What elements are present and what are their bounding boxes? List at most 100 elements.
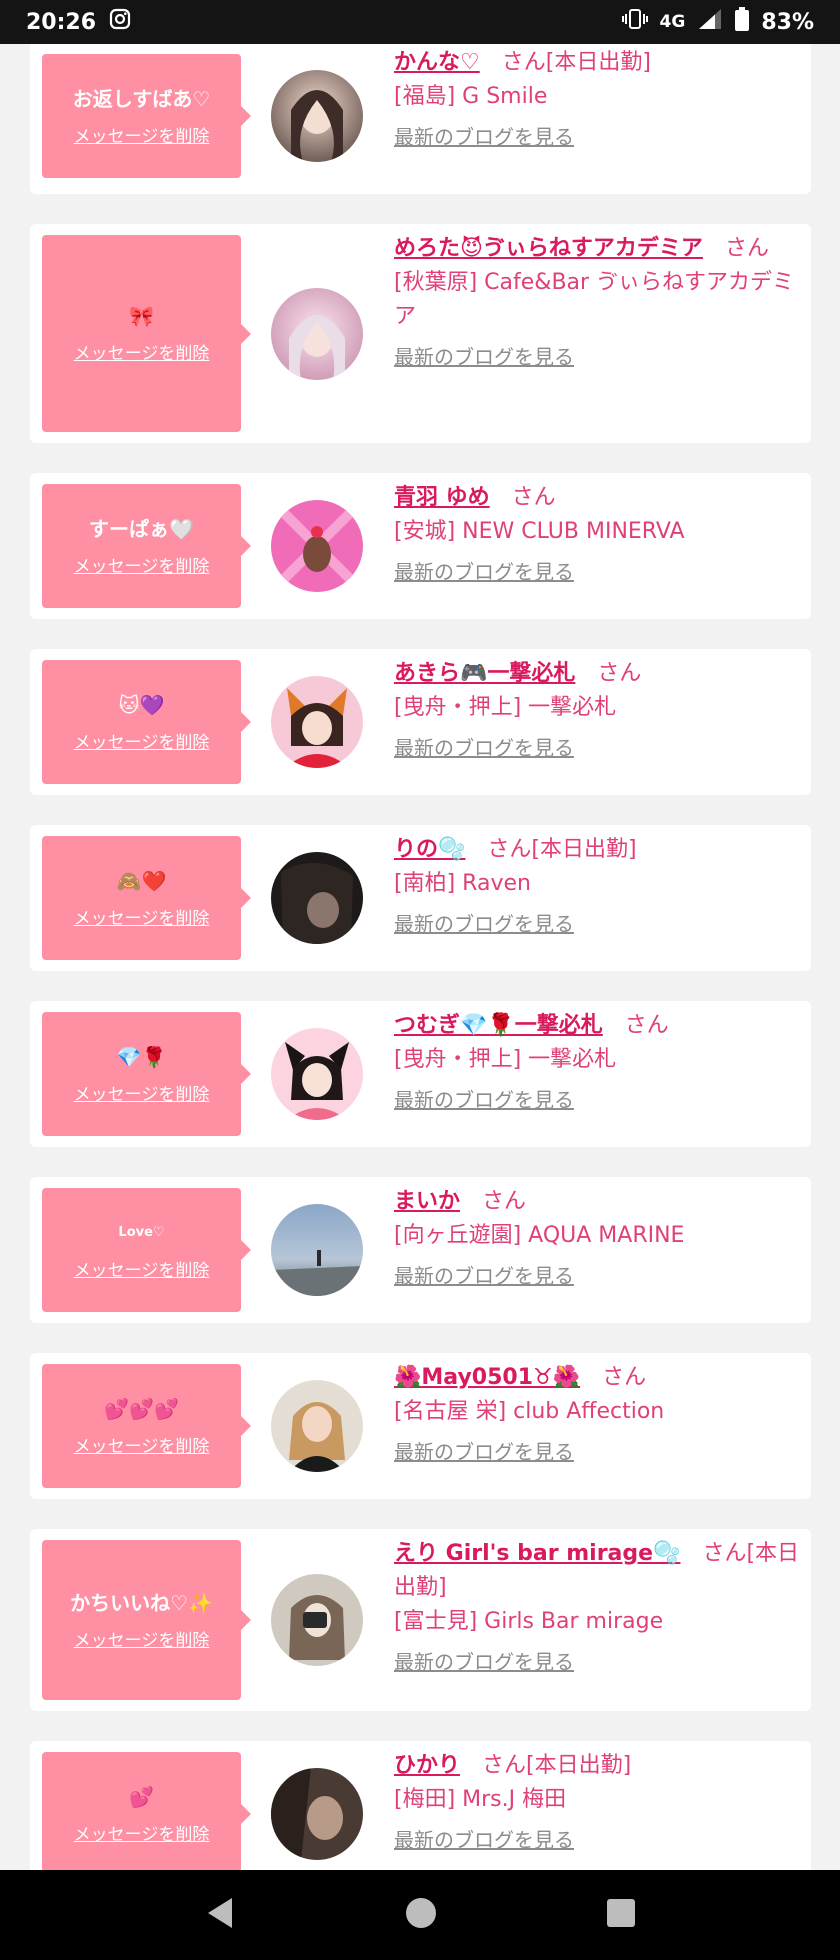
message-text: Love♡ [118,1224,165,1240]
avatar[interactable] [271,1028,363,1120]
avatar[interactable] [271,852,363,944]
cast-info: 🌺May0501♉🌺 さん [名古屋 栄] club Affection 最新のブ… [394,1361,801,1469]
battery-level: 83% [761,9,814,35]
recent-apps-icon[interactable] [606,1898,636,1932]
avatar[interactable] [271,1380,363,1472]
list-item: 🐱💜 メッセージを削除 あきら🎮一撃必札 さん [曳舟・押上] 一撃必札 最新のブ… [30,649,811,795]
shop-info: [安城] NEW CLUB MINERVA [394,519,685,544]
list-item: 💕💕💕 メッセージを削除 🌺May0501♉🌺 さん [名古屋 栄] club A… [30,1353,811,1499]
delete-message-link[interactable]: メッセージを削除 [74,1820,210,1845]
cast-info: ひかり さん[本日出勤] [梅田] Mrs.J 梅田 最新のブログを見る [394,1749,801,1857]
cast-info: つむぎ💎🌹一撃必札 さん [曳舟・押上] 一撃必札 最新のブログを見る [394,1009,801,1117]
avatar[interactable] [271,1768,363,1860]
cast-info: まいか さん [向ヶ丘遊園] AQUA MARINE 最新のブログを見る [394,1185,801,1293]
shop-info: [南柏] Raven [394,871,531,896]
latest-blog-link[interactable]: 最新のブログを見る [394,907,801,941]
avatar[interactable] [271,1574,363,1666]
cast-name-link[interactable]: かんな♡ [394,50,480,75]
cast-suffix: さん [511,485,556,510]
message-text: かちいいね♡✨ [70,1590,213,1615]
message-text: すーぱぁ🤍 [89,516,194,541]
shop-info: [曳舟・押上] 一撃必札 [394,695,617,720]
battery-icon [735,7,750,37]
cast-info: えり Girl's bar mirage🫧 さん[本日出勤] [富士見] Girl… [394,1537,801,1679]
delete-message-link[interactable]: メッセージを削除 [74,552,210,577]
message-box: 💎🌹 メッセージを削除 [42,1012,251,1136]
list-item: かちいいね♡✨ メッセージを削除 えり Girl's bar mirage🫧 さん… [30,1529,811,1711]
message-box: 💕💕💕 メッセージを削除 [42,1364,251,1488]
cast-suffix: さん [597,661,642,686]
cast-name-link[interactable]: ひかり [394,1753,460,1778]
message-box: 🎀 メッセージを削除 [42,235,251,432]
cast-info: かんな♡ さん[本日出勤] [福島] G Smile 最新のブログを見る [394,46,801,154]
message-text: 💎🌹 [116,1044,167,1069]
cast-suffix: さん[本日出勤] [501,50,651,75]
instagram-icon [108,7,132,37]
cast-info: りの🫧 さん[本日出勤] [南柏] Raven 最新のブログを見る [394,833,801,941]
message-box: かちいいね♡✨ メッセージを削除 [42,1540,251,1700]
list-item: Love♡ メッセージを削除 まいか さん [向ヶ丘遊園] AQUA MARINE… [30,1177,811,1323]
latest-blog-link[interactable]: 最新のブログを見る [394,1823,801,1857]
latest-blog-link[interactable]: 最新のブログを見る [394,555,801,589]
list-item: 🎀 メッセージを削除 めろた😈ゔぃらねすアカデミア さん [秋葉原] Cafe&B… [30,224,811,443]
message-box: Love♡ メッセージを削除 [42,1188,251,1312]
delete-message-link[interactable]: メッセージを削除 [74,339,210,364]
shop-info: [秋葉原] Cafe&Bar ゔぃらねすアカデミア [394,270,795,329]
cast-name-link[interactable]: えり Girl's bar mirage🫧 [394,1541,680,1566]
list-item: 🙈❤️ メッセージを削除 りの🫧 さん[本日出勤] [南柏] Raven 最新のブ… [30,825,811,971]
cast-name-link[interactable]: あきら🎮一撃必札 [394,661,575,686]
message-box: 🐱💜 メッセージを削除 [42,660,251,784]
message-text: 💕💕💕 [104,1396,179,1421]
delete-message-link[interactable]: メッセージを削除 [74,904,210,929]
message-box: 💕 メッセージを削除 [42,1752,251,1870]
message-box: 🙈❤️ メッセージを削除 [42,836,251,960]
message-box: お返しすばあ♡ メッセージを削除 [42,54,251,178]
shop-info: [福島] G Smile [394,84,548,109]
navigation-bar [0,1870,840,1960]
delete-message-link[interactable]: メッセージを削除 [74,728,210,753]
avatar[interactable] [271,1204,363,1296]
delete-message-link[interactable]: メッセージを削除 [74,1432,210,1457]
delete-message-link[interactable]: メッセージを削除 [74,1256,210,1281]
avatar[interactable] [271,500,363,592]
cast-name-link[interactable]: りの🫧 [394,837,465,862]
list-item: 💕 メッセージを削除 ひかり さん[本日出勤] [梅田] Mrs.J 梅田 最新の… [30,1741,811,1870]
latest-blog-link[interactable]: 最新のブログを見る [394,1083,801,1117]
back-icon[interactable] [204,1896,236,1934]
avatar[interactable] [271,70,363,162]
cast-suffix: さん [602,1365,647,1390]
cast-name-link[interactable]: まいか [394,1189,460,1214]
list-item: すーぱぁ🤍 メッセージを削除 青羽 ゆめ さん [安城] NEW CLUB MIN… [30,473,811,619]
list-item: お返しすばあ♡ メッセージを削除 かんな♡ さん[本日出勤] [福島] G Smi… [30,44,811,194]
latest-blog-link[interactable]: 最新のブログを見る [394,120,801,154]
message-text: お返しすばあ♡ [72,86,211,111]
delete-message-link[interactable]: メッセージを削除 [74,1080,210,1105]
message-text: 🎀 [129,304,154,328]
vibrate-icon [621,8,648,36]
message-box: すーぱぁ🤍 メッセージを削除 [42,484,251,608]
cast-suffix: さん [724,236,769,261]
latest-blog-link[interactable]: 最新のブログを見る [394,1259,801,1293]
delete-message-link[interactable]: メッセージを削除 [74,122,210,147]
message-text: 🐱💜 [118,692,165,717]
latest-blog-link[interactable]: 最新のブログを見る [394,1435,801,1469]
cast-name-link[interactable]: 青羽 ゆめ [394,485,490,510]
cast-suffix: さん [624,1013,669,1038]
cast-name-link[interactable]: めろた😈ゔぃらねすアカデミア [394,236,703,261]
message-text: 💕 [129,1784,154,1809]
delete-message-link[interactable]: メッセージを削除 [74,1626,210,1651]
latest-blog-link[interactable]: 最新のブログを見る [394,1645,801,1679]
shop-info: [梅田] Mrs.J 梅田 [394,1787,567,1812]
avatar[interactable] [271,676,363,768]
latest-blog-link[interactable]: 最新のブログを見る [394,731,801,765]
cast-suffix: さん[本日出勤] [482,1753,632,1778]
home-icon[interactable] [404,1896,438,1934]
cast-name-link[interactable]: つむぎ💎🌹一撃必札 [394,1013,603,1038]
shop-info: [名古屋 栄] club Affection [394,1399,665,1424]
cast-name-link[interactable]: 🌺May0501♉🌺 [394,1365,580,1390]
status-time: 20:26 [26,9,97,35]
latest-blog-link[interactable]: 最新のブログを見る [394,340,801,374]
message-text: 🙈❤️ [116,868,167,893]
avatar[interactable] [271,288,363,380]
cast-suffix: さん[本日出勤] [487,837,637,862]
